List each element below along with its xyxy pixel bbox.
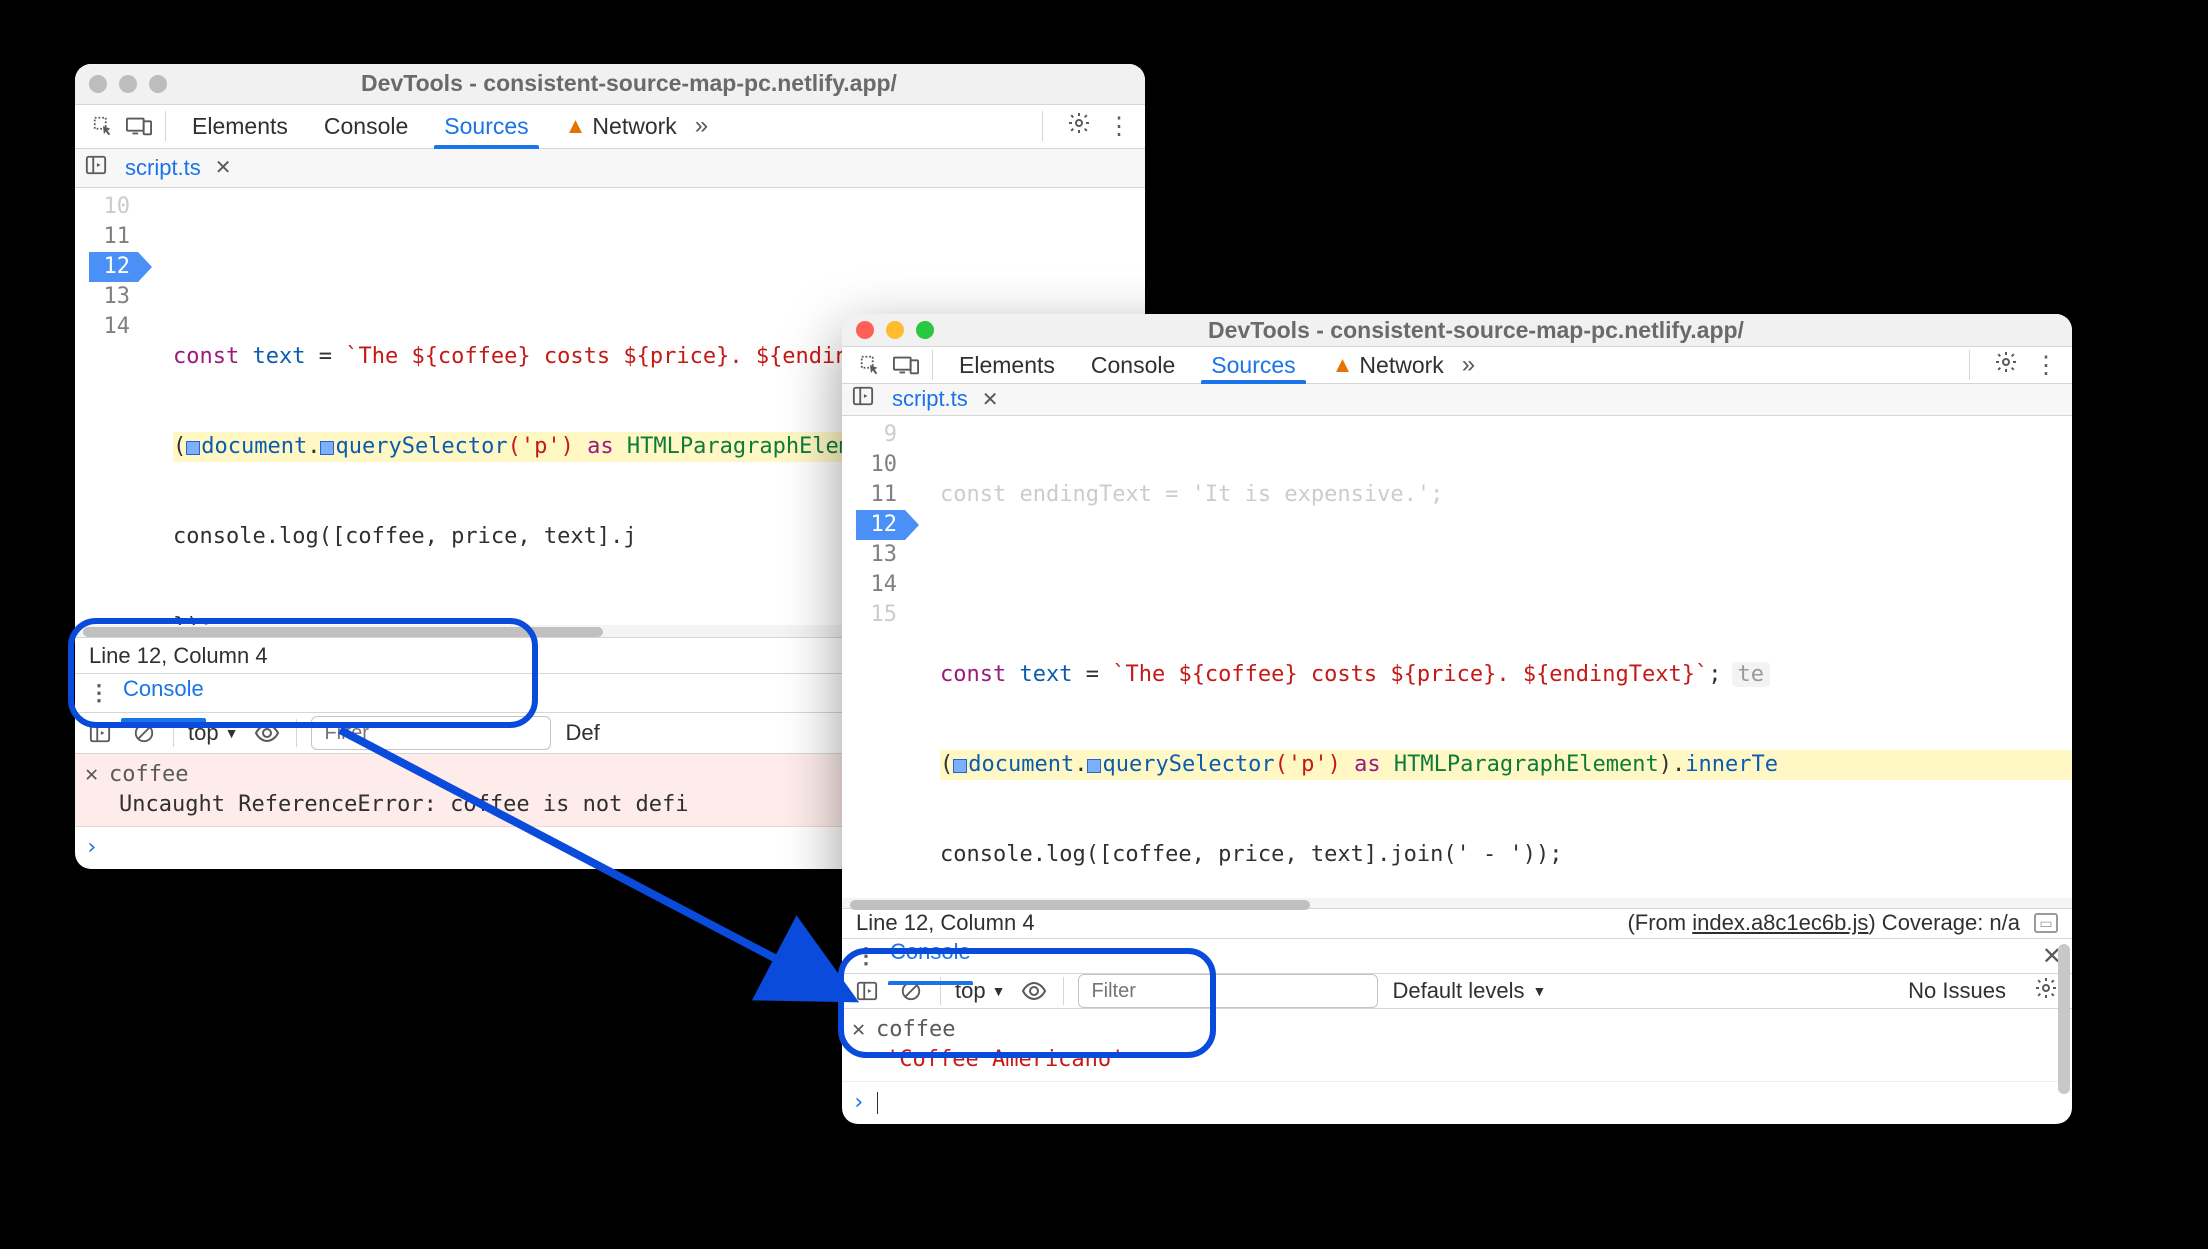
clear-console-icon[interactable]: [129, 722, 159, 744]
console-toolbar: top▼ Default levels▼ No Issues: [842, 974, 2072, 1009]
h-scrollbar[interactable]: [842, 898, 2072, 908]
log-levels-selector[interactable]: Def: [565, 720, 599, 746]
device-toggle-icon[interactable]: [121, 115, 157, 137]
console-input-echo: coffee: [876, 1017, 955, 1042]
console-result-row: ✕coffee 'Coffee Americano': [842, 1009, 2072, 1082]
code-line: console.log([coffee, price, text].join('…: [940, 840, 2072, 870]
close-icon[interactable]: ✕: [982, 387, 999, 412]
warning-icon: ▲: [1332, 352, 1354, 378]
titlebar: DevTools - consistent-source-map-pc.netl…: [842, 314, 2072, 347]
code-line: const text = `The ${coffee} costs ${pric…: [940, 660, 2072, 690]
coverage-toggle-icon[interactable]: ▭: [2034, 913, 2058, 933]
v-scrollbar[interactable]: [2058, 944, 2070, 1094]
live-expression-icon[interactable]: [1019, 980, 1049, 1002]
window-minimize-icon[interactable]: [886, 321, 904, 339]
tab-console[interactable]: Console: [1073, 347, 1193, 382]
code-line: [173, 252, 1145, 282]
code-lines: const endingText = 'It is expensive.'; c…: [906, 416, 2072, 898]
filter-input[interactable]: [1078, 974, 1378, 1008]
titlebar: DevTools - consistent-source-map-pc.netl…: [75, 64, 1145, 105]
file-tab-name[interactable]: script.ts: [892, 386, 968, 412]
context-selector[interactable]: top▼: [188, 720, 238, 746]
console-output: ✕coffee 'Coffee Americano' ›: [842, 1009, 2072, 1124]
tabs-overflow-icon[interactable]: »: [695, 112, 709, 140]
window-close-icon[interactable]: [856, 321, 874, 339]
tab-elements[interactable]: Elements: [941, 347, 1073, 382]
chevron-right-icon: ›: [852, 1088, 865, 1118]
file-tabbar: script.ts ✕: [75, 149, 1145, 188]
tab-elements[interactable]: Elements: [174, 105, 306, 148]
editor-statusbar: Line 12, Column 4 (From index.a8c1ec6b.j…: [842, 908, 2072, 939]
settings-icon[interactable]: [1067, 111, 1091, 141]
console-sidebar-toggle-icon[interactable]: [85, 722, 115, 744]
navigator-toggle-icon[interactable]: [852, 385, 874, 413]
drawer-tab-console[interactable]: Console: [890, 939, 971, 973]
console-settings-icon[interactable]: [2034, 976, 2058, 1006]
window-title: DevTools - consistent-source-map-pc.netl…: [167, 70, 1131, 97]
line-gutter: 9 10 11 12 13 14 15: [842, 416, 906, 898]
console-prompt[interactable]: ›: [842, 1082, 2072, 1124]
warning-icon: ▲: [565, 113, 587, 139]
close-icon[interactable]: ✕: [85, 760, 109, 790]
kebab-menu-icon[interactable]: ⋮: [852, 943, 880, 969]
navigator-toggle-icon[interactable]: [85, 154, 107, 182]
console-result-value: 'Coffee Americano': [852, 1045, 2064, 1075]
tab-console[interactable]: Console: [306, 105, 426, 148]
cursor-position: Line 12, Column 4: [856, 910, 1035, 936]
file-tabbar: script.ts ✕: [842, 384, 2072, 416]
console-sidebar-toggle-icon[interactable]: [852, 980, 882, 1002]
sourcemap-link[interactable]: index.a8c1ec6b.js: [1692, 910, 1868, 935]
code-line: [940, 570, 2072, 600]
window-maximize-icon[interactable]: [916, 321, 934, 339]
tab-sources[interactable]: Sources: [1193, 347, 1313, 382]
line-gutter: 10 11 12 13 14: [75, 188, 139, 625]
window-maximize-icon[interactable]: [149, 75, 167, 93]
tab-network[interactable]: ▲Network: [1314, 347, 1462, 382]
kebab-menu-icon[interactable]: ⋮: [2034, 351, 2058, 380]
close-icon[interactable]: ✕: [852, 1015, 876, 1045]
cursor-position: Line 12, Column 4: [89, 643, 268, 669]
window-minimize-icon[interactable]: [119, 75, 137, 93]
source-editor[interactable]: 9 10 11 12 13 14 15 const endingText = '…: [842, 416, 2072, 898]
coverage-label: Coverage: n/a: [1876, 910, 2020, 935]
panel-tabs: Elements Console Sources ▲Network » ⋮: [842, 347, 2072, 383]
window-close-icon[interactable]: [89, 75, 107, 93]
filter-input[interactable]: [311, 716, 551, 750]
panel-tabs: Elements Console Sources ▲Network » ⋮: [75, 105, 1145, 149]
tab-sources[interactable]: Sources: [426, 105, 546, 148]
traffic-lights: [856, 321, 934, 339]
inspect-element-icon[interactable]: [852, 354, 888, 376]
device-toggle-icon[interactable]: [888, 354, 924, 376]
tab-network[interactable]: ▲Network: [547, 105, 695, 148]
issues-link[interactable]: No Issues: [1908, 978, 2006, 1004]
file-tab-name[interactable]: script.ts: [125, 155, 201, 181]
window-title: DevTools - consistent-source-map-pc.netl…: [934, 317, 2058, 344]
kebab-menu-icon[interactable]: ⋮: [1107, 112, 1131, 141]
settings-icon[interactable]: [1994, 350, 2018, 380]
devtools-window-right: DevTools - consistent-source-map-pc.netl…: [842, 314, 2072, 1124]
traffic-lights: [89, 75, 167, 93]
live-expression-icon[interactable]: [252, 722, 282, 744]
log-levels-selector[interactable]: Default levels▼: [1392, 978, 1546, 1004]
code-line-current: (document.querySelector('p') as HTMLPara…: [940, 750, 2072, 780]
tabs-overflow-icon[interactable]: »: [1462, 351, 1476, 379]
drawer-tab-console[interactable]: Console: [123, 676, 204, 710]
close-icon[interactable]: ✕: [215, 155, 232, 180]
code-line: const endingText = 'It is expensive.';: [940, 480, 2072, 510]
kebab-menu-icon[interactable]: ⋮: [85, 680, 113, 706]
chevron-right-icon: ›: [85, 833, 98, 863]
console-input-echo: coffee: [109, 762, 188, 787]
inspect-element-icon[interactable]: [85, 115, 121, 137]
drawer-header: ⋮ Console ✕: [842, 939, 2072, 974]
